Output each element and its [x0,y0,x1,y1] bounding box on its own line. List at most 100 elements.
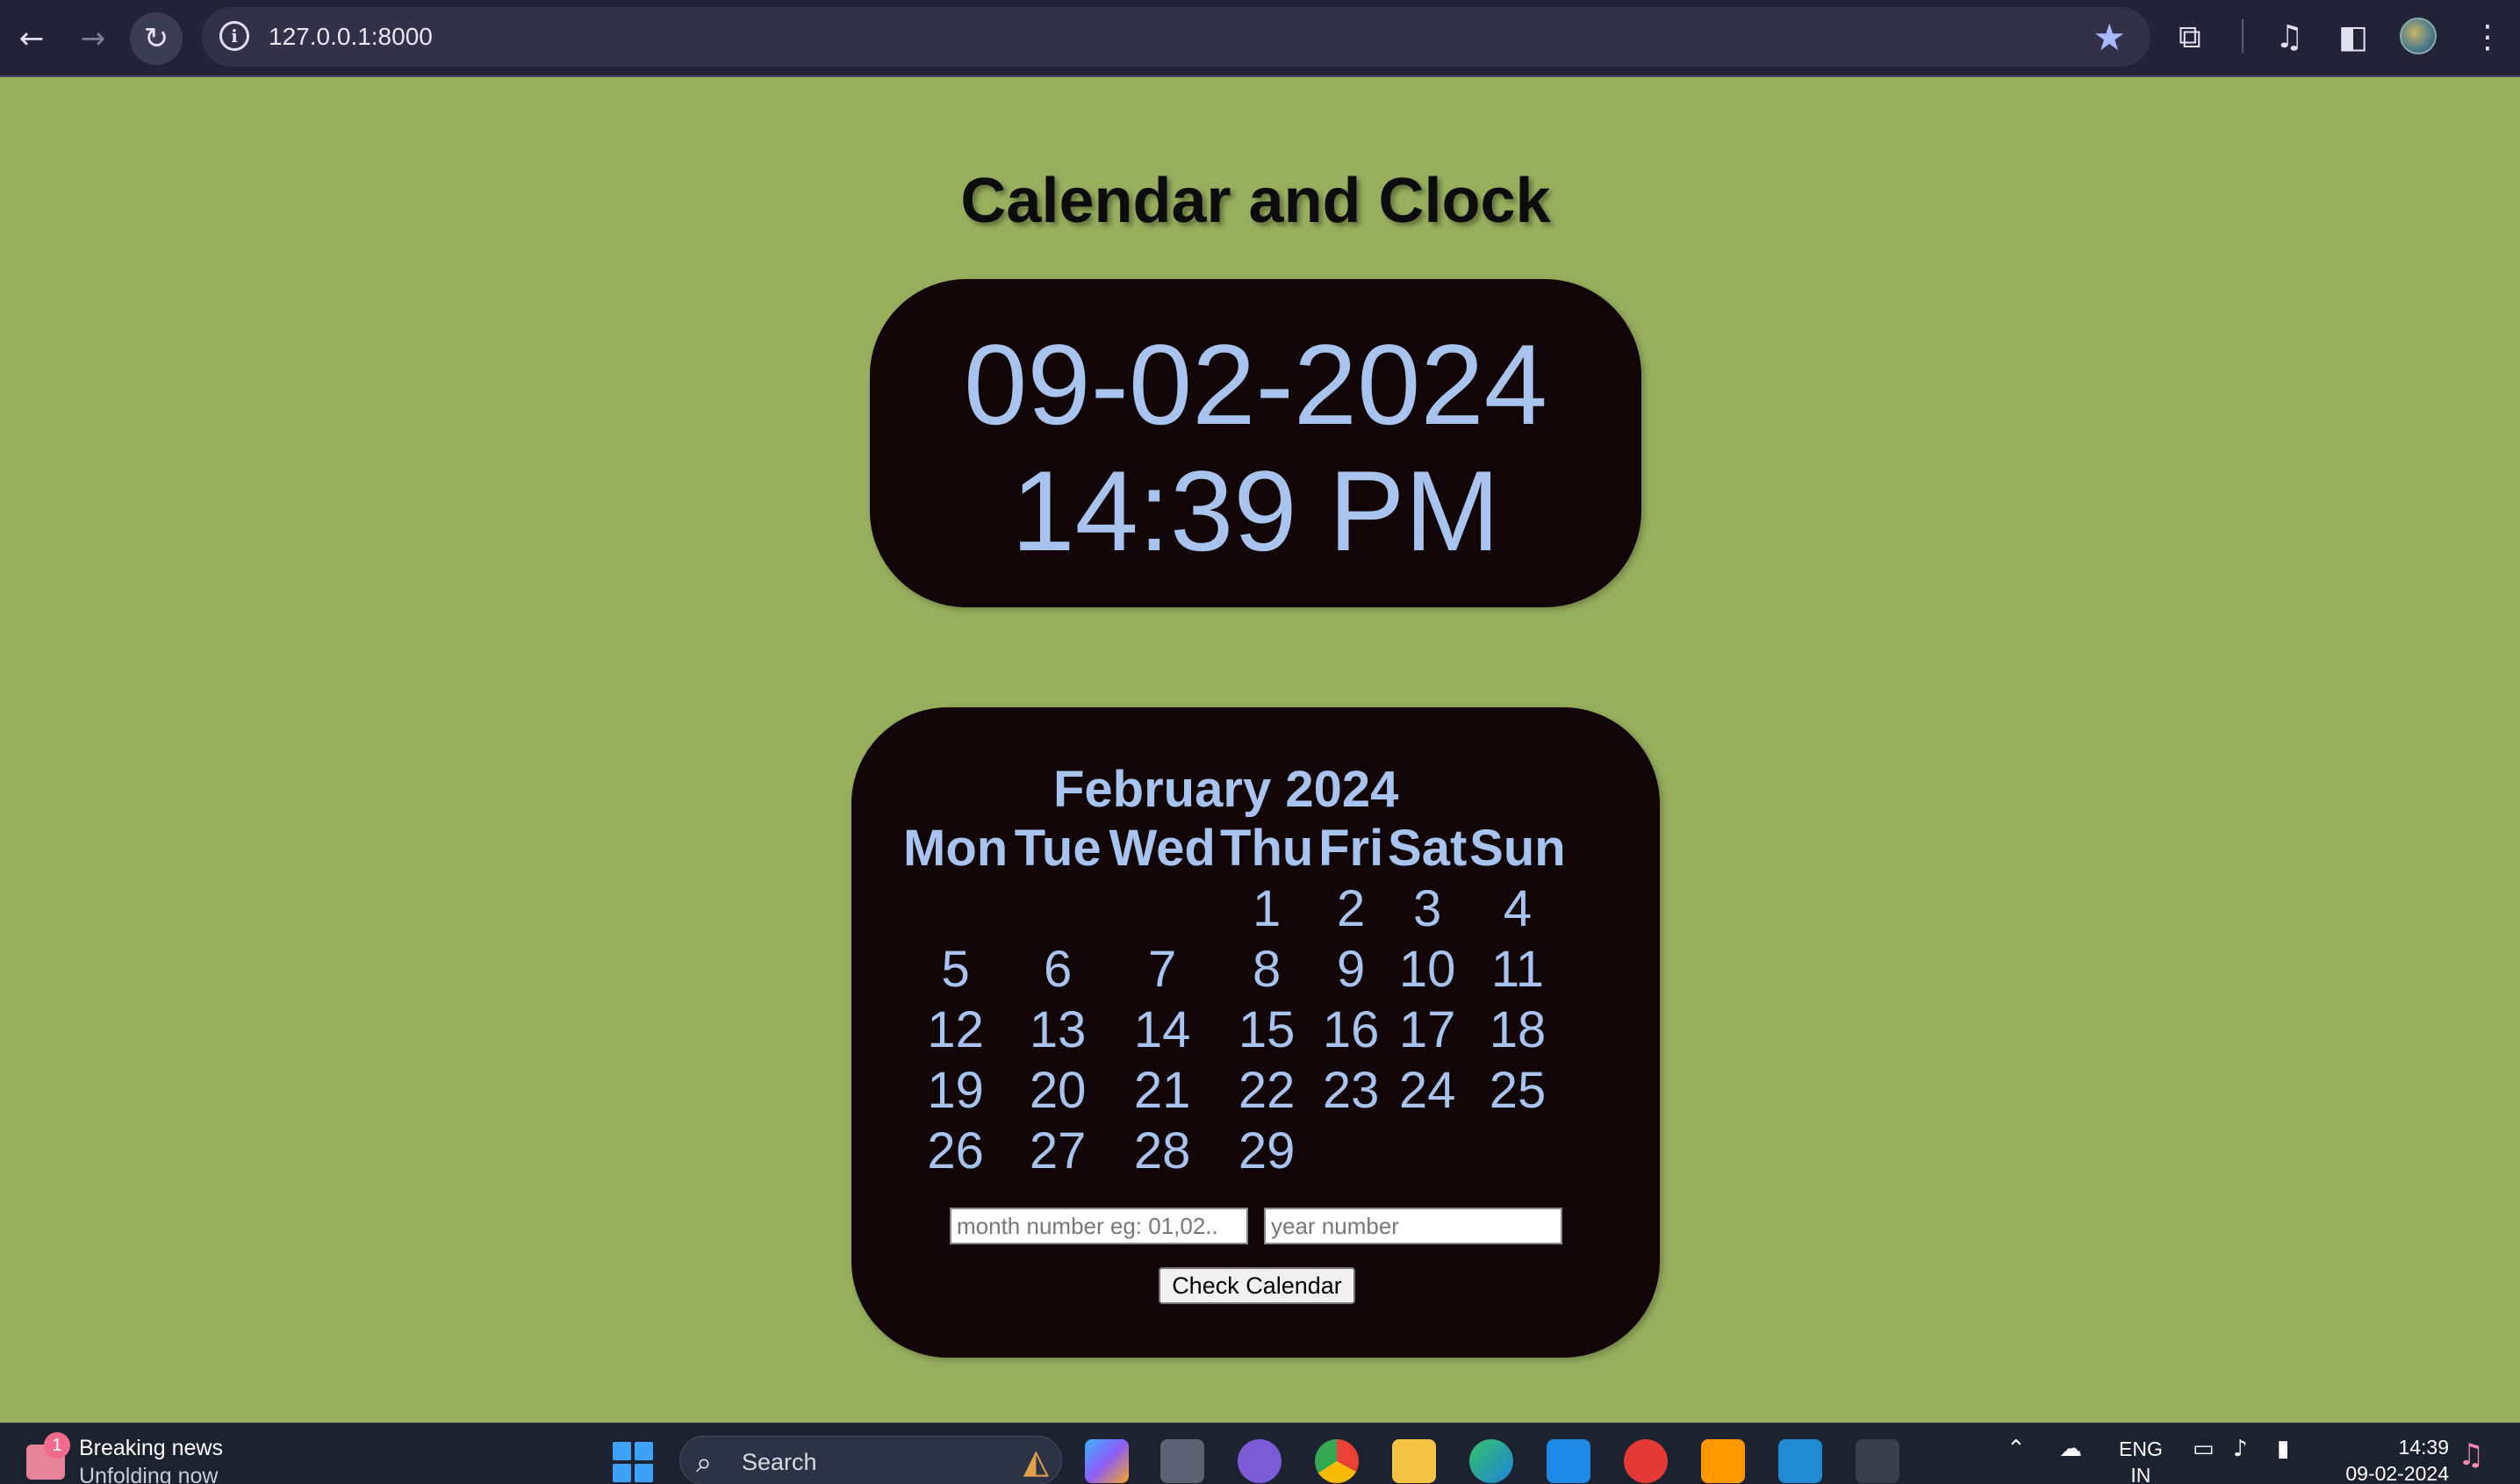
side-panel-icon[interactable]: ◧ [2338,16,2368,60]
calendar-day-cell: 20 [1029,1062,1087,1119]
page-title: Calendar and Clock [960,166,1551,236]
calendar-day-cell [1469,1121,1566,1181]
calendar-week-row: 19 20 21 22 23 24 25 [903,1060,1566,1121]
calendar-day-cell: 1 [1253,880,1282,937]
arrow-right-icon: → [80,21,106,56]
wps-office-icon[interactable] [1624,1439,1668,1483]
calendar-day-cell: 11 [1490,941,1545,998]
task-view-icon[interactable] [1160,1439,1204,1483]
calendar-day-cell: 12 [927,1001,984,1058]
calendar-day-cell: 28 [1133,1122,1191,1179]
windows-start-icon[interactable] [613,1442,653,1482]
extensions-icon[interactable]: ⧉ [2179,16,2201,60]
calendar-day-cell: 21 [1133,1062,1191,1119]
language-indicator[interactable]: ENG IN [2119,1436,2163,1484]
system-date: 09-02-2024 [2345,1462,2449,1484]
os-taskbar: 1 Breaking news Unfolding now ⌕ Search ◭… [0,1423,2520,1484]
address-bar[interactable]: i 127.0.0.1:8000 ★ [202,7,2150,67]
news-title: Breaking news [79,1436,223,1460]
calendar-day-cell: 17 [1398,1001,1456,1058]
news-widget[interactable]: Breaking news Unfolding now [79,1434,223,1484]
calendar-day-cell: 22 [1238,1062,1296,1119]
store-icon[interactable] [1547,1439,1590,1483]
notification-bell-icon[interactable]: ♫ [2458,1437,2484,1473]
calendar-day-cell: 6 [1044,941,1073,998]
media-control-icon[interactable]: ♫ [2275,16,2303,60]
weekday-header: Wed [1109,819,1216,877]
system-time: 14:39 [2398,1436,2449,1459]
reload-button[interactable]: ↻ [130,12,183,65]
calendar-day-cell [1317,1121,1385,1181]
check-calendar-button[interactable]: Check Calendar [1159,1267,1355,1304]
weekday-header: Tue [1014,819,1102,877]
lang-region: IN [2130,1464,2151,1484]
onedrive-icon[interactable]: ☁ [2059,1436,2082,1462]
calendar-day-cell: 27 [1029,1122,1087,1179]
terminal-icon[interactable] [1856,1439,1899,1483]
network-icon[interactable]: ▭ [2193,1436,2215,1462]
teams-meet-icon[interactable] [1238,1439,1282,1483]
back-button[interactable]: ← [5,12,58,65]
calendar-day-cell: 3 [1413,880,1442,937]
search-icon: ⌕ [696,1445,712,1479]
weekday-header-row: Mon Tue Wed Thu Fri Sat Sun [903,817,1566,878]
search-label: Search [742,1449,817,1475]
weekday-header: Sun [1469,819,1566,877]
calendar-day-cell: 26 [927,1122,984,1179]
calendar-week-row: 26 27 28 29 [903,1121,1566,1181]
weekday-header: Sat [1388,819,1468,877]
url-text[interactable]: 127.0.0.1:8000 [269,23,433,51]
calendar-week-row: 1 2 3 4 [903,878,1566,939]
site-info-icon[interactable]: i [219,21,249,51]
sublime-text-icon[interactable] [1701,1439,1745,1483]
bookmark-star-icon[interactable]: ★ [2093,16,2126,59]
system-clock[interactable]: 14:39 09-02-2024 [2317,1434,2449,1484]
weekday-header: Mon [903,819,1009,877]
weekday-header: Thu [1220,819,1314,877]
calendar-day-cell [1385,1121,1469,1181]
calendar-day-cell: 24 [1398,1062,1456,1119]
forward-button[interactable]: → [67,12,119,65]
copilot-icon[interactable] [1085,1439,1129,1483]
calendar-day-cell: 2 [1337,880,1366,937]
news-subtitle: Unfolding now [79,1464,219,1484]
calendar-day-cell: 25 [1489,1062,1547,1119]
calendar-day-cell: 10 [1398,941,1456,998]
taskbar-search[interactable]: ⌕ Search ◭ [679,1436,1062,1484]
file-explorer-icon[interactable] [1392,1439,1436,1483]
volume-icon[interactable]: ♪ [2233,1436,2248,1462]
calendar-day-cell: 8 [1253,941,1282,998]
pizza-icon: ◭ [1023,1442,1049,1480]
chrome-icon[interactable] [1315,1439,1359,1483]
battery-icon[interactable]: ▮ [2277,1436,2289,1462]
browser-toolbar: ← → ↻ i 127.0.0.1:8000 ★ ⧉ ♫ ◧ ⋮ [0,0,2520,77]
kebab-menu-icon[interactable]: ⋮ [2472,16,2503,60]
calendar-day-cell: 29 [1238,1122,1296,1179]
calendar-month-title: February 2024 [1053,761,1399,818]
reload-icon: ↻ [143,21,169,56]
calendar-week-row: 5 6 7 8 9 10 11 [903,939,1566,1000]
current-date: 09-02-2024 [964,320,1547,448]
vscode-icon[interactable] [1778,1439,1822,1483]
calendar-week-row: 12 13 14 15 16 17 18 [903,1000,1566,1060]
news-count-badge: 1 [44,1432,70,1459]
calendar-day-cell: 13 [1029,1001,1087,1058]
calendar-day-cell: 19 [927,1062,984,1119]
clock-panel: 09-02-2024 14:39 PM [870,279,1641,607]
chevron-up-icon[interactable]: ⌃ [2007,1436,2026,1462]
calendar-day-cell: 15 [1238,1001,1296,1058]
calendar-day-cell: 16 [1322,1001,1380,1058]
calendar-day-cell: 9 [1337,941,1366,998]
calendar-day-cell [903,878,1008,939]
toolbar-divider [2242,19,2244,53]
weekday-header: Fri [1318,819,1384,877]
year-number-input[interactable] [1264,1208,1562,1244]
edge-icon[interactable] [1469,1439,1513,1483]
lang-code: ENG [2119,1437,2163,1460]
calendar-day-cell: 18 [1489,1001,1547,1058]
month-number-input[interactable] [950,1208,1248,1244]
profile-avatar[interactable] [2400,18,2437,54]
calendar-day-cell: 5 [941,941,970,998]
calendar-grid: Mon Tue Wed Thu Fri Sat Sun 1 2 3 4 5 6 [903,817,1566,1181]
current-time: 14:39 PM [1011,447,1500,575]
